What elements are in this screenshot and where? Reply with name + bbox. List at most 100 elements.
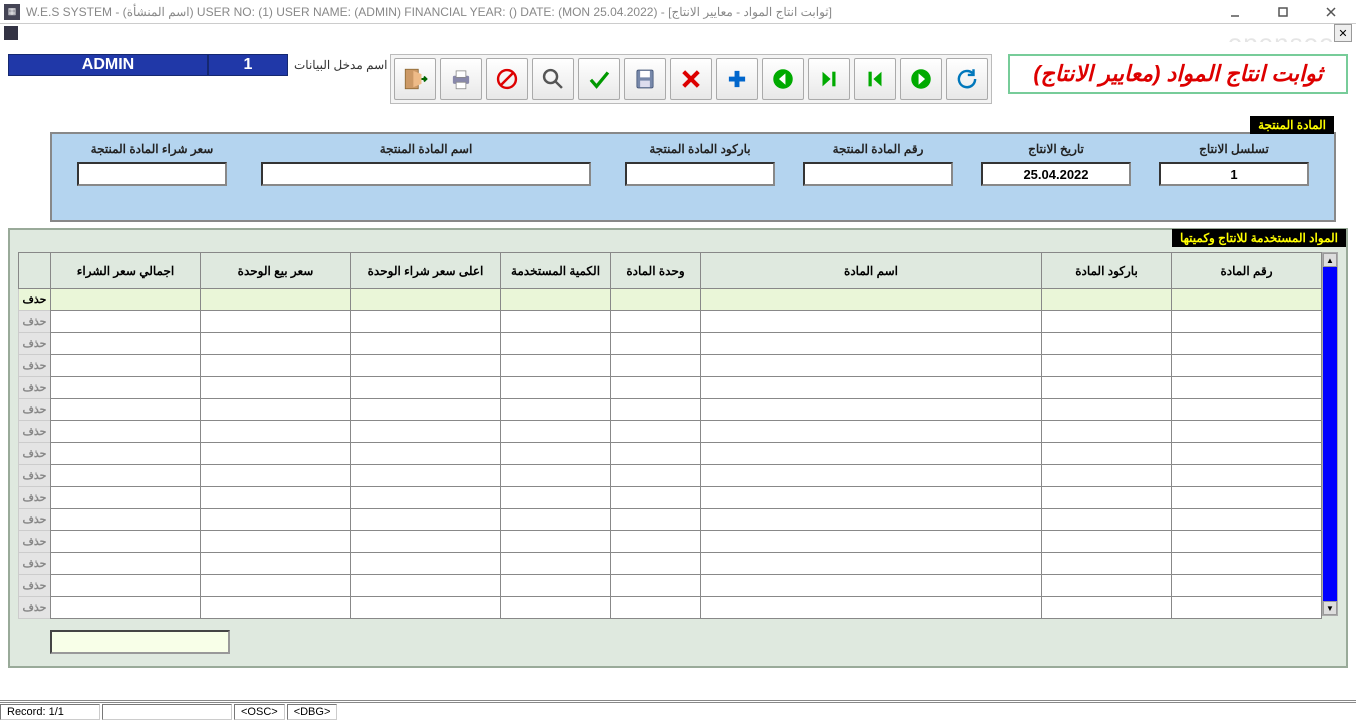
delete-row-button[interactable]: حذف xyxy=(19,597,51,619)
grid-cell[interactable] xyxy=(51,575,201,597)
table-row[interactable]: حذف xyxy=(19,399,1322,421)
grid-cell[interactable] xyxy=(701,377,1042,399)
grid-cell[interactable] xyxy=(201,421,351,443)
grid-cell[interactable] xyxy=(1042,289,1172,311)
grid-cell[interactable] xyxy=(201,575,351,597)
scroll-down-icon[interactable]: ▼ xyxy=(1323,601,1337,615)
grid-cell[interactable] xyxy=(701,289,1042,311)
grid-cell[interactable] xyxy=(611,311,701,333)
footer-total-field[interactable] xyxy=(50,630,230,654)
delete-row-button[interactable]: حذف xyxy=(19,377,51,399)
item-number-input[interactable] xyxy=(803,162,953,186)
mdi-close-button[interactable]: ✕ xyxy=(1334,24,1352,42)
table-row[interactable]: حذف xyxy=(19,509,1322,531)
grid-cell[interactable] xyxy=(1042,575,1172,597)
grid-cell[interactable] xyxy=(611,377,701,399)
item-name-input[interactable] xyxy=(261,162,591,186)
grid-cell[interactable] xyxy=(51,597,201,619)
grid-cell[interactable] xyxy=(501,553,611,575)
grid-cell[interactable] xyxy=(1172,377,1322,399)
grid-cell[interactable] xyxy=(1042,509,1172,531)
grid-cell[interactable] xyxy=(1042,399,1172,421)
delete-row-button[interactable]: حذف xyxy=(19,289,51,311)
grid-cell[interactable] xyxy=(201,311,351,333)
grid-cell[interactable] xyxy=(1172,399,1322,421)
print-button[interactable] xyxy=(440,58,482,100)
delete-row-button[interactable]: حذف xyxy=(19,509,51,531)
grid-cell[interactable] xyxy=(201,355,351,377)
grid-cell[interactable] xyxy=(701,333,1042,355)
grid-cell[interactable] xyxy=(1042,597,1172,619)
prod-date-input[interactable] xyxy=(981,162,1131,186)
grid-cell[interactable] xyxy=(501,289,611,311)
first-record-button[interactable] xyxy=(854,58,896,100)
delete-row-button[interactable]: حذف xyxy=(19,421,51,443)
table-row[interactable]: حذف xyxy=(19,531,1322,553)
close-window-button[interactable] xyxy=(1316,3,1346,21)
delete-row-button[interactable]: حذف xyxy=(19,333,51,355)
table-row[interactable]: حذف xyxy=(19,289,1322,311)
grid-cell[interactable] xyxy=(351,311,501,333)
grid-cell[interactable] xyxy=(501,575,611,597)
grid-cell[interactable] xyxy=(51,333,201,355)
grid-cell[interactable] xyxy=(201,289,351,311)
next-record-button[interactable] xyxy=(900,58,942,100)
grid-cell[interactable] xyxy=(611,487,701,509)
search-button[interactable] xyxy=(532,58,574,100)
grid-cell[interactable] xyxy=(1172,311,1322,333)
grid-cell[interactable] xyxy=(201,399,351,421)
grid-cell[interactable] xyxy=(351,553,501,575)
grid-cell[interactable] xyxy=(701,509,1042,531)
grid-cell[interactable] xyxy=(1042,333,1172,355)
grid-cell[interactable] xyxy=(501,333,611,355)
grid-cell[interactable] xyxy=(701,399,1042,421)
delete-row-button[interactable]: حذف xyxy=(19,575,51,597)
grid-cell[interactable] xyxy=(51,377,201,399)
table-row[interactable]: حذف xyxy=(19,311,1322,333)
grid-cell[interactable] xyxy=(1172,421,1322,443)
grid-cell[interactable] xyxy=(611,575,701,597)
grid-cell[interactable] xyxy=(51,311,201,333)
grid-cell[interactable] xyxy=(351,333,501,355)
table-row[interactable]: حذف xyxy=(19,443,1322,465)
grid-cell[interactable] xyxy=(611,465,701,487)
grid-cell[interactable] xyxy=(501,311,611,333)
grid-cell[interactable] xyxy=(51,553,201,575)
grid-cell[interactable] xyxy=(1042,311,1172,333)
grid-cell[interactable] xyxy=(1172,553,1322,575)
grid-cell[interactable] xyxy=(611,443,701,465)
delete-row-button[interactable]: حذف xyxy=(19,443,51,465)
table-row[interactable]: حذف xyxy=(19,487,1322,509)
delete-row-button[interactable]: حذف xyxy=(19,399,51,421)
table-row[interactable]: حذف xyxy=(19,421,1322,443)
grid-cell[interactable] xyxy=(501,421,611,443)
table-row[interactable]: حذف xyxy=(19,553,1322,575)
table-row[interactable]: حذف xyxy=(19,597,1322,619)
grid-cell[interactable] xyxy=(701,311,1042,333)
grid-cell[interactable] xyxy=(351,597,501,619)
grid-cell[interactable] xyxy=(1172,333,1322,355)
grid-cell[interactable] xyxy=(351,509,501,531)
grid-cell[interactable] xyxy=(51,487,201,509)
grid-cell[interactable] xyxy=(1042,487,1172,509)
delete-button[interactable] xyxy=(670,58,712,100)
grid-cell[interactable] xyxy=(501,399,611,421)
grid-cell[interactable] xyxy=(51,465,201,487)
grid-cell[interactable] xyxy=(1172,465,1322,487)
scroll-up-icon[interactable]: ▲ xyxy=(1323,253,1337,267)
grid-cell[interactable] xyxy=(51,399,201,421)
last-record-button[interactable] xyxy=(808,58,850,100)
table-row[interactable]: حذف xyxy=(19,575,1322,597)
minimize-button[interactable] xyxy=(1220,3,1250,21)
grid-cell[interactable] xyxy=(501,465,611,487)
delete-row-button[interactable]: حذف xyxy=(19,355,51,377)
grid-cell[interactable] xyxy=(351,355,501,377)
table-row[interactable]: حذف xyxy=(19,355,1322,377)
delete-row-button[interactable]: حذف xyxy=(19,487,51,509)
grid-cell[interactable] xyxy=(1042,377,1172,399)
delete-row-button[interactable]: حذف xyxy=(19,531,51,553)
grid-cell[interactable] xyxy=(1042,421,1172,443)
grid-cell[interactable] xyxy=(201,333,351,355)
grid-cell[interactable] xyxy=(201,553,351,575)
grid-cell[interactable] xyxy=(701,531,1042,553)
